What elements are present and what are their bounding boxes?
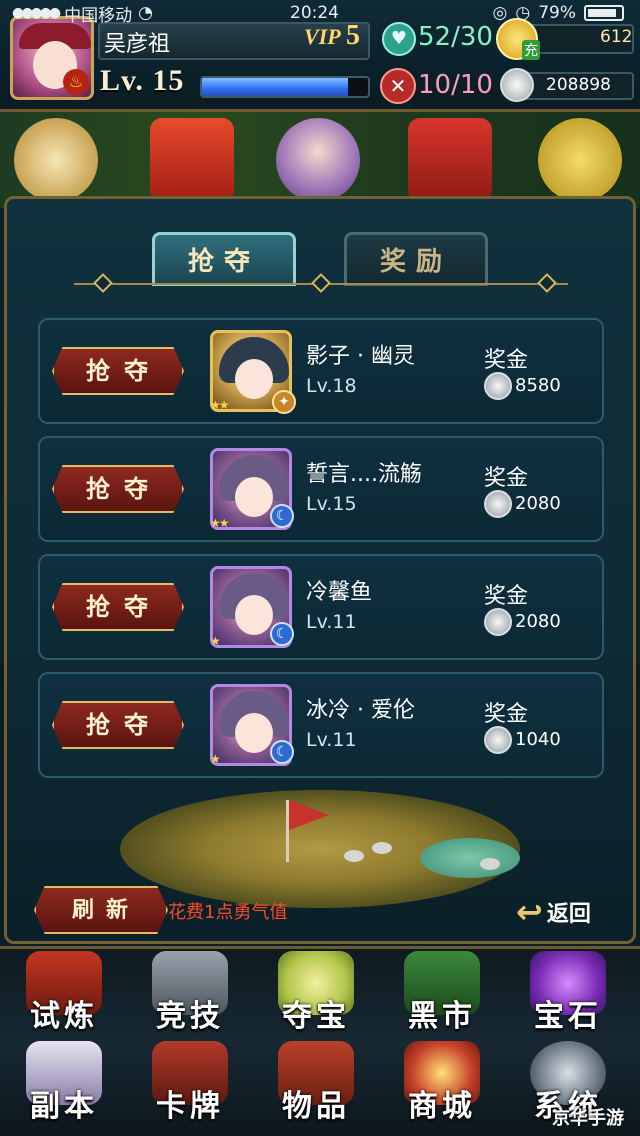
target-level: Lv.15 xyxy=(306,493,357,515)
bottom-nav: 试炼 竞技 夺宝 黑市 宝石 副本 卡牌 物品 商城 系统 xyxy=(0,946,640,1136)
moon-badge-icon: ☾ xyxy=(270,740,294,764)
status-bar: ●●●●● 中国移动 ◔ 20:24 ◎ ◷ 79% xyxy=(0,0,640,26)
star-rating: ★★ xyxy=(210,398,229,412)
portrait-face xyxy=(235,595,273,635)
nav-treasure[interactable]: 夺宝 xyxy=(256,951,376,1039)
bounty-value: 2080 xyxy=(515,611,561,632)
clock-event-icon[interactable] xyxy=(14,118,98,202)
silver-coin-icon xyxy=(484,490,512,518)
bounty-label: 奖金 xyxy=(484,348,529,373)
map-stone xyxy=(372,842,392,854)
nav-trial[interactable]: 试炼 xyxy=(4,951,124,1039)
target-level: Lv.11 xyxy=(306,729,357,751)
nav-label: 卡牌 xyxy=(156,1089,224,1124)
bounty-value: 8580 xyxy=(515,375,561,396)
wifi-icon: ◔ xyxy=(138,3,153,23)
nav-label: 商城 xyxy=(408,1089,476,1124)
target-name: 影子 · 幽灵 xyxy=(306,344,415,369)
nav-label: 副本 xyxy=(30,1089,98,1124)
signal-icon: ●●●●● xyxy=(12,5,61,21)
nav-label: 夺宝 xyxy=(282,999,350,1034)
player-name: 吴彦祖 xyxy=(104,32,171,57)
target-name: 誓言....流觞 xyxy=(306,462,422,487)
target-level: Lv.11 xyxy=(306,611,357,633)
player-level: Lv. 15 xyxy=(100,64,185,97)
energy-value: 10/10 xyxy=(418,70,493,100)
map-lake xyxy=(420,838,520,878)
rob-button[interactable]: 抢夺 xyxy=(52,347,184,395)
element-badge-icon: ✦ xyxy=(272,390,296,414)
portrait-face xyxy=(235,713,273,753)
rob-button[interactable]: 抢夺 xyxy=(52,465,184,513)
recharge-label[interactable]: 充 xyxy=(522,40,540,60)
rob-button[interactable]: 抢夺 xyxy=(52,583,184,631)
horn-event-icon[interactable] xyxy=(538,118,622,202)
carrier-label: 中国移动 xyxy=(64,5,133,26)
stamina-icon: ♥ xyxy=(382,22,416,56)
silver-coin-icon xyxy=(500,68,534,102)
nav-label: 竞技 xyxy=(156,999,224,1034)
bounty-label: 奖金 xyxy=(484,466,529,491)
bounty-label: 奖金 xyxy=(484,584,529,609)
bounty-value: 2080 xyxy=(515,493,561,514)
refresh-cost-text: 花费1点勇气值 xyxy=(168,902,288,923)
gift-box-icon[interactable] xyxy=(150,118,234,202)
silver-coin-icon xyxy=(484,608,512,636)
battery-percent: 79% xyxy=(538,3,576,23)
star-rating: ★★ xyxy=(210,516,229,530)
silver-coin-icon xyxy=(484,726,512,754)
stamina-value: 52/30 xyxy=(418,22,493,52)
star-rating: ★ xyxy=(210,634,221,648)
bounty-value: 1040 xyxy=(515,729,561,750)
refresh-button[interactable]: 刷新 xyxy=(34,886,168,934)
nav-shop[interactable]: 商城 xyxy=(382,1041,502,1129)
map-stone xyxy=(344,850,364,862)
tab-rob[interactable]: 抢夺 xyxy=(152,232,296,286)
gem-count: 612 xyxy=(600,27,633,47)
tab-reward[interactable]: 奖励 xyxy=(344,232,488,286)
portrait-face xyxy=(235,477,273,517)
moon-badge-icon: ☾ xyxy=(270,622,294,646)
nav-arena[interactable]: 竞技 xyxy=(130,951,250,1039)
map-stone xyxy=(480,858,500,870)
nav-items[interactable]: 物品 xyxy=(256,1041,376,1129)
nav-dungeon[interactable]: 副本 xyxy=(4,1041,124,1129)
moon-badge-icon: ☾ xyxy=(270,504,294,528)
bounty-label: 奖金 xyxy=(484,702,529,727)
flag-pole xyxy=(286,800,289,862)
star-rating: ★ xyxy=(210,752,221,766)
clock: 20:24 xyxy=(290,3,339,23)
nav-label: 试炼 xyxy=(30,999,98,1034)
return-button[interactable]: ↩ 返回 xyxy=(516,892,591,932)
flame-icon: ♨ xyxy=(63,69,89,95)
battery-icon xyxy=(584,5,624,21)
vip-label[interactable]: VIP xyxy=(304,24,341,50)
vip-gift-icon[interactable] xyxy=(408,118,492,202)
return-label: 返回 xyxy=(546,901,591,927)
target-name: 冰冷 · 爱伦 xyxy=(306,698,415,723)
nav-label: 黑市 xyxy=(408,999,476,1034)
nav-label: 物品 xyxy=(282,1089,350,1124)
nav-gems[interactable]: 宝石 xyxy=(508,951,628,1039)
xp-bar xyxy=(200,76,370,98)
crossed-swords-icon: ✕ xyxy=(380,68,416,104)
xp-bar-fill xyxy=(202,78,349,96)
target-level: Lv.18 xyxy=(306,375,357,397)
watermark: 京华手游 xyxy=(552,1108,624,1129)
player-avatar[interactable]: ♨ xyxy=(10,16,94,100)
silver-coin-icon xyxy=(484,372,512,400)
alarm-icon: ◷ xyxy=(515,3,531,23)
portrait-face xyxy=(235,359,273,399)
lock-rotation-icon: ◎ xyxy=(492,3,508,23)
character-event-icon[interactable] xyxy=(276,118,360,202)
coin-count: 208898 xyxy=(546,75,611,95)
nav-label: 宝石 xyxy=(534,999,602,1034)
target-name: 冷馨鱼 xyxy=(306,580,373,605)
rob-button[interactable]: 抢夺 xyxy=(52,701,184,749)
return-arrow-icon: ↩ xyxy=(516,893,543,931)
nav-black-market[interactable]: 黑市 xyxy=(382,951,502,1039)
nav-cards[interactable]: 卡牌 xyxy=(130,1041,250,1129)
